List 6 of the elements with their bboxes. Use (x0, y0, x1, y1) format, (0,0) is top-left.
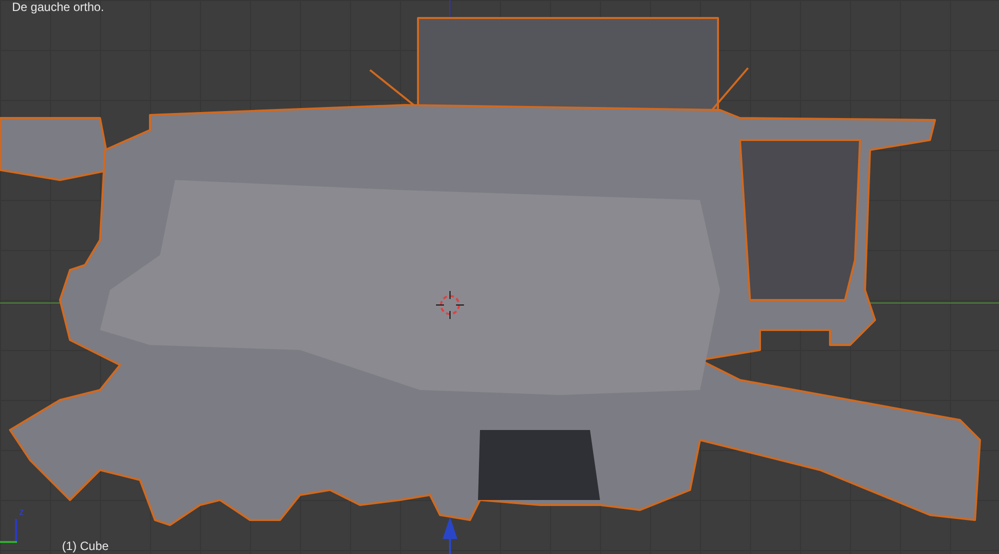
axis-gizmo-icon (0, 519, 17, 543)
arrow-icon (442, 519, 457, 554)
object-label: (1) Cube (62, 540, 109, 552)
gizmo-axis-label: z (19, 508, 24, 518)
cursor-icon (436, 290, 464, 320)
view-label: De gauche ortho. (12, 1, 104, 13)
